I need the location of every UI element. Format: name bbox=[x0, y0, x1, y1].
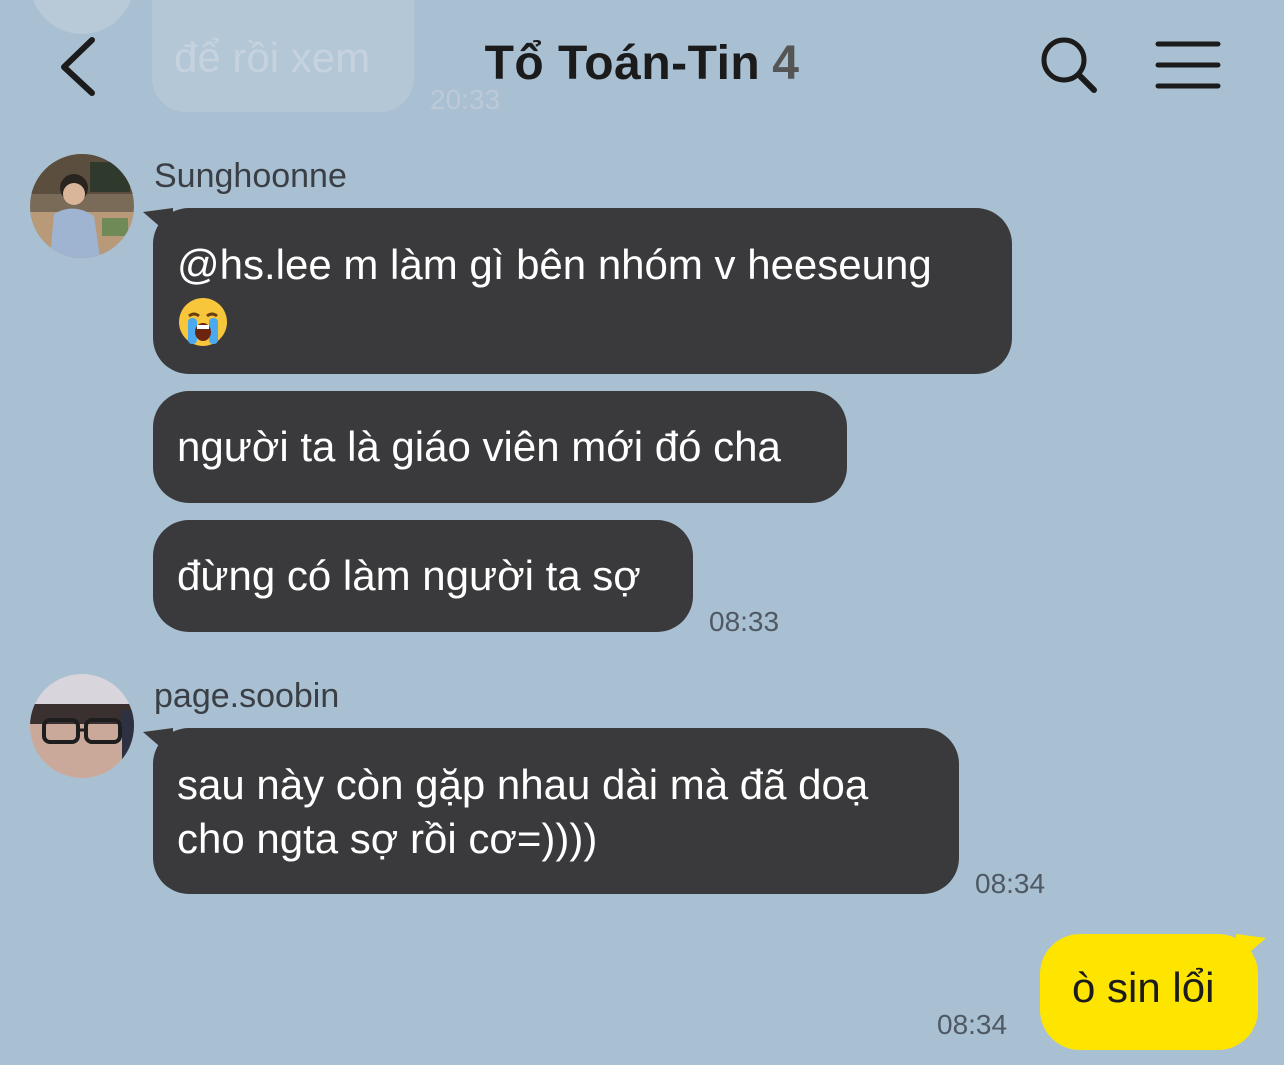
message-text: @hs.lee m làm gì bên nhóm v heeseung bbox=[177, 241, 932, 288]
message-time: 08:33 bbox=[709, 606, 780, 637]
hamburger-menu-icon bbox=[1155, 41, 1221, 89]
message-text: người ta là giáo viên mới đó cha bbox=[177, 423, 781, 470]
my-message-text: ò sin lổi bbox=[1072, 964, 1215, 1011]
chat-title-text: Tổ Toán-Tin bbox=[484, 37, 761, 90]
chat-screen: để rồi xem 20:33 Tổ Toán-Tin 4 Sunghoonn… bbox=[0, 0, 1284, 1065]
message-text: đừng có làm người ta sợ bbox=[177, 552, 641, 599]
search-button[interactable] bbox=[1034, 30, 1104, 100]
sender-name: page.soobin bbox=[154, 677, 340, 715]
profile-photo bbox=[30, 674, 134, 778]
loudly-crying-face-emoji bbox=[179, 297, 227, 346]
message-bubble[interactable]: người ta là giáo viên mới đó cha bbox=[153, 391, 847, 503]
message-bubble[interactable]: @hs.lee m làm gì bên nhóm v heeseung bbox=[143, 208, 1012, 374]
my-message-bubble[interactable]: ò sin lổi bbox=[1040, 934, 1266, 1050]
message-time: 08:34 bbox=[975, 868, 1046, 899]
bubble-tail bbox=[143, 728, 173, 758]
message-bubble[interactable]: sau này còn gặp nhau dài mà đã doạ cho n… bbox=[143, 728, 959, 894]
bubble-tail bbox=[1236, 934, 1266, 964]
bubble-tail bbox=[143, 208, 173, 238]
message-text: sau này còn gặp nhau dài mà đã doạ bbox=[177, 761, 869, 808]
chat-header: Tổ Toán-Tin 4 bbox=[0, 0, 1284, 135]
profile-photo bbox=[30, 154, 134, 258]
sender-name: Sunghoonne bbox=[154, 157, 347, 195]
member-count: 4 bbox=[772, 37, 800, 90]
avatar-sunghoonne[interactable] bbox=[30, 154, 134, 258]
my-message-time: 08:34 bbox=[937, 1009, 1008, 1040]
message-text: cho ngta sợ rồi cơ=)))) bbox=[177, 815, 598, 862]
search-icon bbox=[1041, 37, 1097, 93]
message-bubble[interactable]: đừng có làm người ta sợ bbox=[153, 520, 693, 632]
menu-button[interactable] bbox=[1152, 32, 1226, 98]
avatar-page-soobin[interactable] bbox=[30, 674, 134, 778]
